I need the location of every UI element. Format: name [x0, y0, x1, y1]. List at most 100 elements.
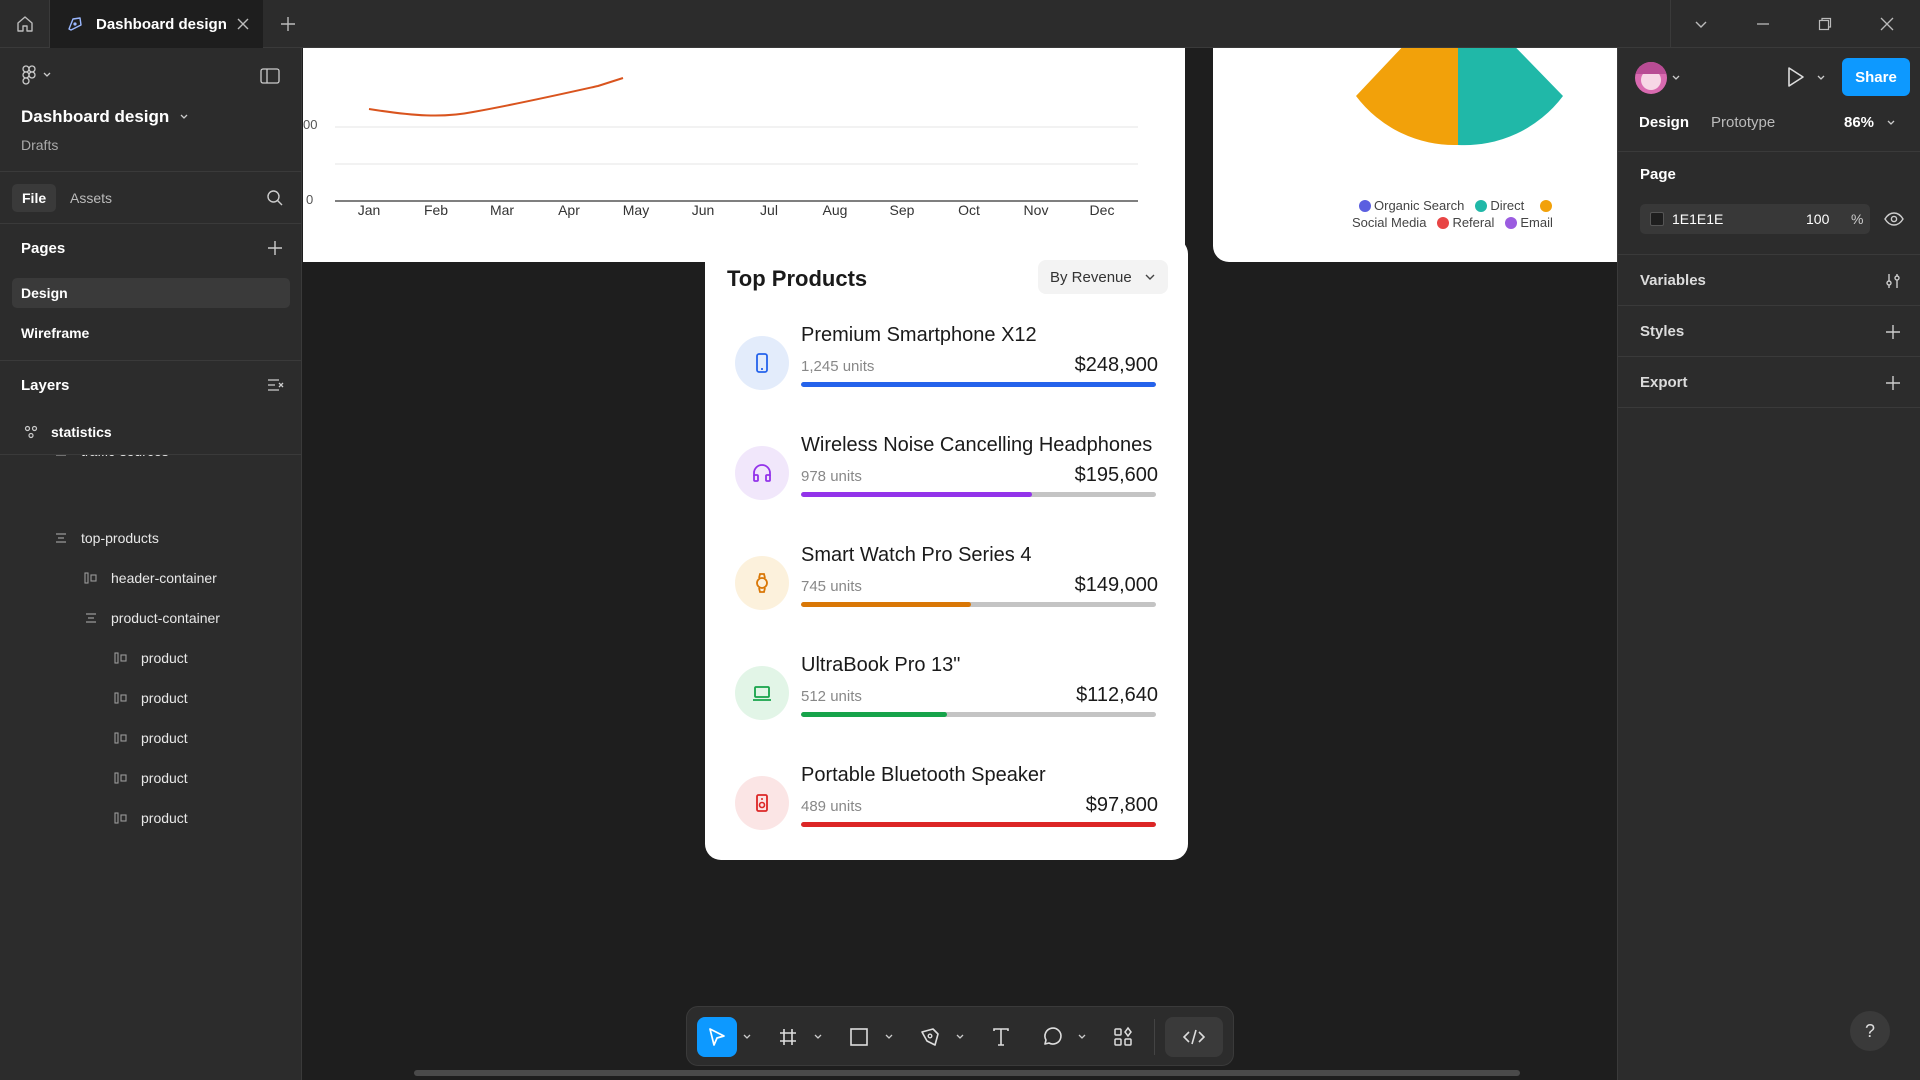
toggle-sidebar-button[interactable] — [260, 68, 280, 89]
legend-row: Social Media Referal Email — [1352, 215, 1553, 230]
comment-tool-button[interactable] — [1032, 1017, 1072, 1057]
sort-dropdown[interactable]: By Revenue — [1038, 260, 1168, 294]
page-header: Page — [1640, 166, 1676, 183]
styles-section[interactable]: Styles — [1618, 306, 1920, 357]
pages-header: Pages — [21, 240, 66, 257]
layer-label: product — [141, 770, 188, 786]
tab-design[interactable]: Design — [1639, 114, 1689, 131]
variables-settings-button[interactable] — [1883, 271, 1903, 291]
file-tab[interactable]: Dashboard design — [50, 0, 263, 48]
layer-options-button[interactable] — [267, 377, 285, 398]
page-item-design[interactable]: Design — [12, 278, 290, 308]
add-export-button[interactable] — [1883, 373, 1903, 393]
search-button[interactable] — [266, 189, 284, 212]
pie-chart-card[interactable]: Organic Search Direct Social Media Refer… — [1213, 48, 1617, 262]
add-page-button[interactable] — [267, 240, 283, 261]
layer-traffic-sources[interactable]: traffic-sources — [0, 455, 302, 469]
main-menu-button[interactable] — [20, 65, 52, 85]
tab-assets[interactable]: Assets — [70, 184, 112, 212]
title-bar: Dashboard design — [0, 0, 1920, 48]
section-label: Styles — [1640, 322, 1685, 340]
page-item-wireframe[interactable]: Wireframe — [12, 318, 290, 348]
share-button[interactable]: Share — [1842, 58, 1910, 96]
pen-tool-button[interactable] — [910, 1017, 950, 1057]
chevron-down-icon — [885, 1034, 893, 1039]
product-row[interactable]: Portable Bluetooth Speaker 489 units $97… — [735, 764, 1158, 854]
export-section[interactable]: Export — [1618, 357, 1920, 408]
layer-product[interactable]: product — [0, 638, 302, 678]
laptop-icon — [735, 666, 789, 720]
layer-product[interactable]: product — [0, 678, 302, 718]
chevron-down-icon — [1695, 21, 1707, 28]
horizontal-scrollbar[interactable] — [414, 1070, 1520, 1076]
variables-section[interactable]: Variables — [1618, 255, 1920, 306]
layer-product-container[interactable]: product-container — [0, 598, 302, 638]
product-row[interactable]: Wireless Noise Cancelling Headphones 978… — [735, 434, 1158, 524]
present-button[interactable] — [1785, 66, 1805, 93]
horizontal-layout-icon — [113, 810, 129, 826]
tab-file[interactable]: File — [12, 184, 57, 212]
legend-swatch — [1359, 199, 1371, 212]
home-button[interactable] — [0, 0, 50, 48]
move-tool-button[interactable] — [697, 1017, 737, 1057]
x-tick-label: Nov — [1023, 202, 1049, 218]
add-style-button[interactable] — [1883, 322, 1903, 342]
product-row[interactable]: Premium Smartphone X12 1,245 units $248,… — [735, 324, 1158, 414]
product-revenue: $97,800 — [1085, 794, 1158, 816]
comment-tool-caret[interactable] — [1077, 1030, 1087, 1044]
restore-button[interactable] — [1794, 0, 1856, 48]
legend-label: Social Media — [1352, 215, 1427, 230]
layers-header: Layers — [21, 377, 70, 394]
layer-product[interactable]: product — [0, 798, 302, 838]
chevron-down-icon — [814, 1034, 822, 1039]
tab-close-button[interactable] — [233, 14, 253, 34]
pen-tool-caret[interactable] — [955, 1030, 965, 1044]
frame-tool-button[interactable] — [768, 1017, 808, 1057]
dev-mode-toggle[interactable] — [1165, 1017, 1223, 1057]
shape-tool-caret[interactable] — [884, 1030, 894, 1044]
plus-icon — [268, 241, 282, 255]
avatar[interactable] — [1635, 62, 1667, 94]
layer-statistics[interactable]: statistics — [0, 412, 302, 452]
top-products-card[interactable]: Top Products By Revenue Premium Smartpho… — [705, 238, 1188, 860]
page-fill-input[interactable]: 1E1E1E 100 % — [1640, 204, 1870, 234]
resources-tool-button[interactable] — [1103, 1017, 1143, 1057]
canvas[interactable]: 00 0 Jan Feb Mar Apr May Jun Jul Aug Sep… — [303, 48, 1617, 1080]
x-tick-label: Sep — [889, 202, 915, 218]
layer-product[interactable]: product — [0, 718, 302, 758]
close-icon — [237, 18, 249, 30]
color-swatch[interactable] — [1650, 212, 1664, 226]
chevron-down-icon[interactable] — [1671, 73, 1681, 83]
file-name-menu[interactable]: Dashboard design — [21, 107, 189, 127]
file-location[interactable]: Drafts — [21, 137, 58, 153]
frame-tool-caret[interactable] — [813, 1030, 823, 1044]
product-row[interactable]: UltraBook Pro 13" 512 units $112,640 — [735, 654, 1158, 744]
product-revenue: $195,600 — [1074, 464, 1158, 486]
close-window-button[interactable] — [1856, 0, 1918, 48]
layer-top-products[interactable]: top-products — [0, 518, 302, 558]
frame-icon — [780, 1029, 796, 1045]
tabs-menu-button[interactable] — [1670, 0, 1732, 48]
product-row[interactable]: Smart Watch Pro Series 4 745 units $149,… — [735, 544, 1158, 634]
chevron-down-icon[interactable] — [1816, 73, 1826, 83]
x-tick-label: Jun — [691, 202, 715, 218]
page-opacity-value[interactable]: 100 — [1806, 211, 1829, 227]
rectangle-tool-button[interactable] — [839, 1017, 879, 1057]
toggle-visibility-button[interactable] — [1884, 211, 1904, 232]
zoom-dropdown[interactable]: 86% — [1844, 114, 1896, 131]
line-chart-card[interactable]: 00 0 Jan Feb Mar Apr May Jun Jul Aug Sep… — [303, 48, 1185, 262]
layer-product[interactable]: product — [0, 758, 302, 798]
layer-header-container[interactable]: header-container — [0, 558, 302, 598]
page-color-value[interactable]: 1E1E1E — [1672, 211, 1723, 227]
move-tool-caret[interactable] — [742, 1030, 752, 1044]
minimize-button[interactable] — [1732, 0, 1794, 48]
help-button[interactable]: ? — [1850, 1011, 1890, 1051]
progress-fill — [801, 822, 1156, 827]
product-name: Smart Watch Pro Series 4 — [801, 544, 1032, 566]
tab-prototype[interactable]: Prototype — [1711, 114, 1775, 131]
text-tool-button[interactable] — [981, 1017, 1021, 1057]
horizontal-layout-icon — [83, 570, 99, 586]
new-tab-button[interactable] — [276, 13, 300, 35]
progress-track — [801, 822, 1156, 827]
legend-swatch — [1437, 216, 1450, 229]
